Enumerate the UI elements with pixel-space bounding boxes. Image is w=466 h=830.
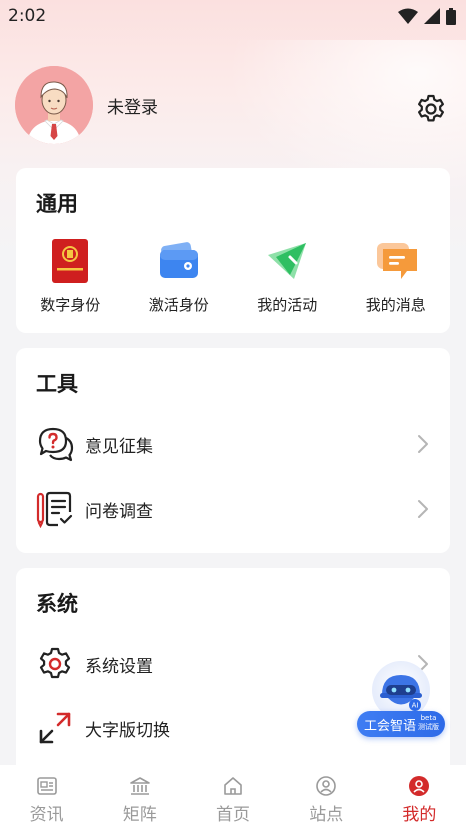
message-bubble-icon bbox=[373, 238, 419, 284]
profile-header[interactable]: 未登录 bbox=[15, 66, 158, 144]
list-item-label: 系统设置 bbox=[85, 656, 153, 677]
survey-pen-icon bbox=[36, 491, 73, 528]
user-circle-icon bbox=[316, 776, 337, 796]
list-item-survey[interactable]: 问卷调查 bbox=[16, 484, 450, 534]
status-time: 2:02 bbox=[8, 6, 47, 26]
bottom-tab-bar: 资讯 矩阵 首页 站点 我的 bbox=[0, 765, 466, 830]
list-item-label: 大字版切换 bbox=[85, 720, 170, 741]
beta-badge: beta 测试版 bbox=[418, 714, 439, 732]
avatar-figure bbox=[15, 66, 93, 144]
news-icon bbox=[36, 777, 57, 795]
bank-building-icon bbox=[129, 777, 150, 795]
profile-circle-icon bbox=[409, 776, 430, 796]
home-icon bbox=[224, 777, 242, 795]
expand-arrows-icon bbox=[39, 712, 71, 744]
grid-item-my-activities[interactable]: 我的活动 bbox=[233, 238, 342, 315]
ai-assistant-button[interactable]: AI 工会智语 beta 测试版 bbox=[357, 661, 445, 739]
general-card: 通用 数字身份 激活身份 我的活动 我的消息 bbox=[16, 168, 450, 333]
list-item-label: 意见征集 bbox=[85, 436, 153, 457]
gear-icon bbox=[39, 647, 71, 679]
tab-mine[interactable]: 我的 bbox=[373, 765, 466, 830]
tab-matrix[interactable]: 矩阵 bbox=[93, 765, 186, 830]
tab-news[interactable]: 资讯 bbox=[0, 765, 93, 830]
grid-label: 我的活动 bbox=[257, 296, 318, 314]
cellular-signal-icon bbox=[424, 8, 440, 24]
grid-label: 数字身份 bbox=[40, 296, 101, 314]
question-chat-icon bbox=[38, 427, 74, 462]
list-item-feedback[interactable]: 意见征集 bbox=[16, 419, 450, 469]
system-section-title: 系统 bbox=[36, 592, 78, 616]
status-icons bbox=[398, 7, 456, 25]
chevron-right-icon bbox=[418, 435, 428, 453]
general-section-title: 通用 bbox=[36, 192, 78, 216]
wallet-card-icon bbox=[156, 238, 202, 284]
tab-label: 资讯 bbox=[29, 805, 64, 825]
tab-site[interactable]: 站点 bbox=[280, 765, 373, 830]
tab-label: 站点 bbox=[309, 805, 344, 825]
tab-label: 矩阵 bbox=[122, 805, 157, 825]
general-grid: 数字身份 激活身份 我的活动 我的消息 bbox=[16, 238, 450, 315]
grid-item-activate-id[interactable]: 激活身份 bbox=[125, 238, 234, 315]
grid-item-my-messages[interactable]: 我的消息 bbox=[342, 238, 451, 315]
beta-badge-bottom: 测试版 bbox=[418, 723, 439, 731]
avatar[interactable] bbox=[15, 66, 93, 144]
login-status-label[interactable]: 未登录 bbox=[107, 93, 158, 118]
tab-home[interactable]: 首页 bbox=[186, 765, 279, 830]
ai-mark: AI bbox=[412, 702, 419, 710]
battery-icon bbox=[446, 7, 456, 25]
wifi-icon bbox=[398, 8, 418, 24]
list-item-label: 问卷调查 bbox=[85, 501, 153, 522]
gear-icon[interactable] bbox=[415, 93, 447, 125]
tools-card: 工具 意见征集 问卷调查 bbox=[16, 348, 450, 553]
ai-assistant-pill[interactable]: 工会智语 beta 测试版 bbox=[357, 711, 445, 737]
status-bar: 2:02 bbox=[0, 0, 466, 32]
grid-label: 我的消息 bbox=[365, 296, 426, 314]
chevron-right-icon bbox=[418, 500, 428, 518]
beta-badge-top: beta bbox=[420, 714, 437, 722]
flag-icon bbox=[264, 238, 310, 284]
tab-label: 我的 bbox=[402, 805, 437, 825]
tab-label: 首页 bbox=[216, 805, 250, 825]
tools-section-title: 工具 bbox=[36, 372, 78, 396]
digital-id-badge-icon bbox=[47, 238, 93, 284]
ai-assistant-label: 工会智语 bbox=[364, 718, 417, 734]
grid-item-digital-id[interactable]: 数字身份 bbox=[16, 238, 125, 315]
grid-label: 激活身份 bbox=[148, 296, 209, 314]
